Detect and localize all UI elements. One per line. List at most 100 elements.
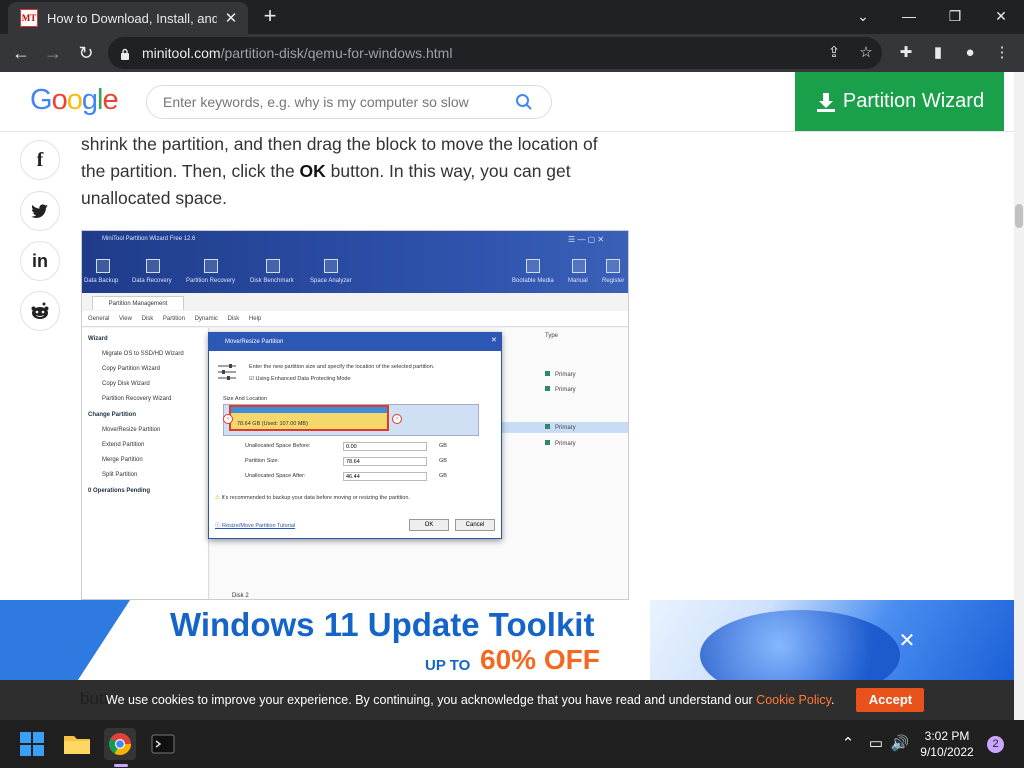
ad-discount: 60% OFF	[480, 644, 600, 675]
screenshot-menu: General View Disk Partition Dynamic Disk…	[82, 311, 628, 327]
windows-logo-icon	[20, 732, 44, 756]
menu-kebab-icon[interactable]: ⋮	[990, 41, 1014, 65]
bootable-media-icon	[526, 259, 540, 273]
linkedin-icon: in	[32, 250, 48, 271]
tab-close-icon[interactable]: ✕	[223, 9, 239, 27]
ad-close-icon[interactable]: ✕	[896, 630, 918, 652]
reload-button[interactable]: ↻	[73, 41, 99, 65]
file-explorer-button[interactable]	[61, 728, 93, 760]
profile-icon[interactable]: ●	[958, 41, 982, 65]
type-cell: Primary	[545, 424, 628, 434]
accept-cookies-button[interactable]: Accept	[856, 688, 925, 712]
browser-tab[interactable]: MT How to Download, Install, and Us ✕	[8, 2, 248, 34]
linkedin-share-button[interactable]: in	[20, 241, 60, 281]
terminal-icon	[151, 734, 175, 754]
terminal-button[interactable]	[147, 728, 179, 760]
left-item: Split Partition	[102, 472, 138, 478]
facebook-icon: f	[36, 148, 44, 171]
forward-button[interactable]: →	[40, 41, 66, 65]
space-analyzer-icon	[324, 259, 338, 273]
ad-upto: UP TO	[425, 657, 471, 674]
start-button[interactable]	[16, 728, 48, 760]
google-logo[interactable]: Google	[30, 84, 119, 117]
screenshot-window-controls: ☰ — ▢ ✕	[568, 235, 605, 244]
scrollbar-thumb[interactable]	[1015, 204, 1023, 228]
lock-icon[interactable]	[120, 47, 130, 60]
new-tab-button[interactable]: +	[258, 5, 282, 29]
site-search[interactable]	[146, 85, 552, 119]
search-icon[interactable]	[515, 93, 533, 111]
toolbar-label: Data Recovery	[132, 278, 172, 284]
partition-used-bar	[231, 407, 387, 413]
cookie-policy-link[interactable]: Cookie Policy	[756, 693, 831, 707]
sliders-icon	[217, 363, 237, 381]
bookmark-star-icon[interactable]: ☆	[854, 41, 878, 65]
search-input[interactable]	[163, 94, 503, 110]
close-window-button[interactable]: ✕	[978, 3, 1024, 29]
dialog-instruction: Enter the new partition size and specify…	[249, 364, 435, 370]
chevron-up-icon[interactable]: ⌃	[838, 734, 858, 752]
clock-date[interactable]: 9/10/2022	[915, 745, 979, 759]
field-label: Unallocated Space Before:	[245, 443, 311, 449]
dialog-close-icon: ✕	[491, 337, 497, 344]
chrome-icon	[109, 733, 131, 755]
change-header: Change Partition	[88, 412, 137, 418]
article-screenshot: MiniTool Partition Wizard Free 12.6 ☰ — …	[81, 230, 629, 600]
tab-title: How to Download, Install, and Us	[47, 10, 217, 26]
folder-icon	[64, 736, 90, 754]
twitter-share-button[interactable]	[20, 191, 60, 231]
ad-title: Windows 11 Update Toolkit	[170, 606, 595, 643]
toolbar-label: Manual	[568, 278, 588, 284]
minimize-button[interactable]: —	[886, 3, 932, 29]
type-cell: Primary	[545, 386, 628, 396]
ad-banner[interactable]: Windows 11 Update Toolkit UP TO 60% OFF …	[0, 600, 1014, 680]
left-item: Merge Partition	[102, 457, 143, 463]
volume-icon[interactable]: 🔊	[890, 734, 910, 752]
address-bar[interactable]: minitool.com/partition-disk/qemu-for-win…	[108, 37, 882, 69]
cookie-banner: We use cookies to improve your experienc…	[0, 680, 1014, 720]
toolbar-label: Data Backup	[84, 278, 119, 284]
screenshot-tab: Partition Management	[92, 296, 184, 310]
partition-wizard-download-button[interactable]: Partition Wizard	[795, 72, 1004, 131]
share-icon[interactable]: ⇪	[822, 41, 846, 65]
data-recovery-icon	[146, 259, 160, 273]
data-backup-icon	[96, 259, 110, 273]
chrome-taskbar-button[interactable]	[104, 728, 136, 760]
browser-tab-bar: MT How to Download, Install, and Us ✕ + …	[0, 0, 1024, 34]
active-app-indicator	[114, 764, 128, 767]
toolbar-label: Register	[602, 278, 625, 284]
cookie-text: We use cookies to improve your experienc…	[106, 693, 835, 707]
network-icon[interactable]: ▭	[866, 734, 886, 752]
field-unit: GB	[439, 473, 447, 479]
side-panel-icon[interactable]: ▮	[926, 41, 950, 65]
tab-search-icon[interactable]: ⌄	[840, 3, 886, 29]
left-handle-icon: ‹	[223, 414, 233, 424]
reddit-icon	[31, 302, 49, 319]
register-icon	[606, 259, 620, 273]
size-location-group: Size And Location	[223, 396, 268, 402]
back-button[interactable]: ←	[8, 41, 34, 65]
partition-size-input: 78.64	[343, 457, 427, 466]
manual-icon	[572, 259, 586, 273]
left-item: Extend Partition	[102, 442, 145, 448]
dialog-ok-button: OK	[409, 519, 449, 531]
field-label: Partition Size:	[245, 458, 279, 464]
dialog-cancel-button: Cancel	[455, 519, 495, 531]
clock-time[interactable]: 3:02 PM	[915, 729, 979, 743]
partition-recovery-icon	[204, 259, 218, 273]
field-unit: GB	[439, 458, 447, 464]
enhanced-mode-checkbox: ☑ Using Enhanced Data Protecting Mode	[249, 376, 351, 382]
dialog-warning: ⚠ It's recommended to backup your data b…	[215, 495, 410, 501]
facebook-share-button[interactable]: f	[20, 140, 60, 180]
notification-badge[interactable]: 2	[987, 736, 1004, 753]
toolbar-label: Space Analyzer	[310, 278, 352, 284]
wizard-header: Wizard	[88, 336, 108, 342]
left-item: Migrate OS to SSD/HD Wizard	[102, 351, 184, 357]
right-handle-icon: ›	[392, 414, 402, 424]
site-header: Google Partition Wizard	[0, 72, 1014, 132]
restore-button[interactable]: ❐	[932, 3, 978, 29]
favicon-icon: MT	[20, 9, 38, 27]
page-scrollbar[interactable]	[1014, 72, 1024, 720]
extensions-icon[interactable]: ✚	[894, 41, 918, 65]
reddit-share-button[interactable]	[20, 291, 60, 331]
